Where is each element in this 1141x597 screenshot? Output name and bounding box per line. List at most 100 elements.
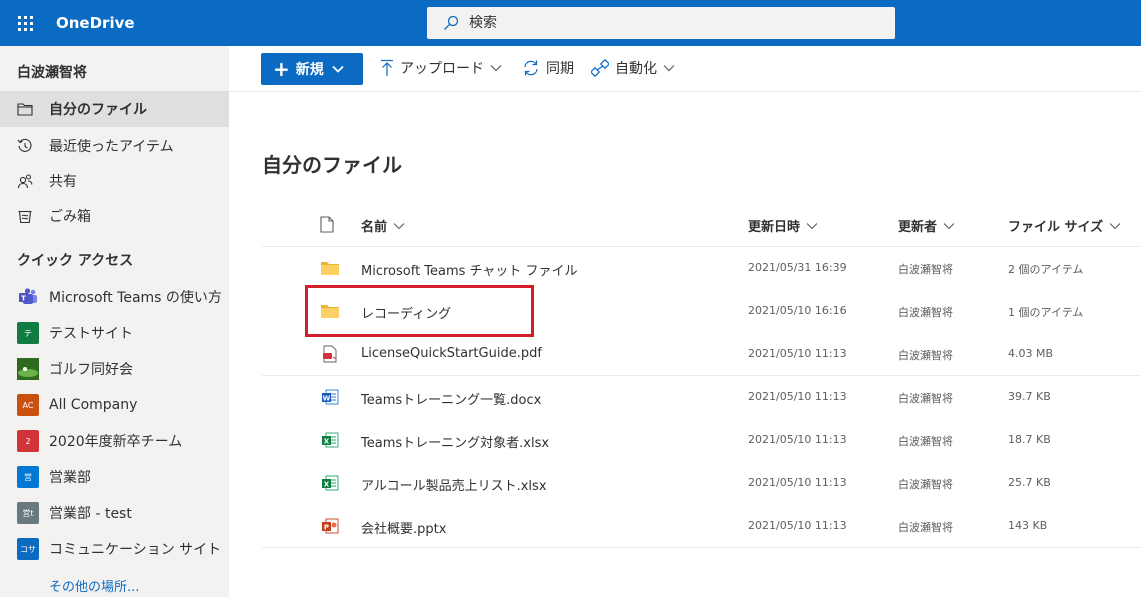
- site-item-golf-club[interactable]: ゴルフ同好会: [0, 351, 229, 387]
- file-modified-by: 白波瀬智将: [898, 263, 953, 276]
- file-name[interactable]: Teamsトレーニング一覧.docx: [361, 389, 541, 408]
- suite-bar: OneDrive: [0, 0, 1141, 46]
- command-bar: + 新規 アップロード 同期 自動化: [229, 46, 1141, 92]
- file-row[interactable]: Microsoft Teams チャット ファイル 2021/05/31 16:…: [262, 247, 1141, 290]
- site-item-test-site[interactable]: テ テストサイト: [0, 315, 229, 351]
- site-logo: テ: [17, 322, 39, 344]
- column-header-name[interactable]: 名前: [361, 216, 405, 235]
- file-size: 25.7 KB: [1008, 476, 1051, 489]
- site-logo: コサ: [17, 538, 39, 560]
- nav-recycle-bin[interactable]: ごみ箱: [0, 198, 229, 234]
- site-logo: 2: [17, 430, 39, 452]
- file-modified: 2021/05/31 16:39: [748, 261, 847, 274]
- search-box[interactable]: [427, 7, 895, 39]
- chevron-down-icon: [332, 65, 344, 73]
- chevron-down-icon: [393, 222, 405, 229]
- app-name[interactable]: OneDrive: [56, 14, 135, 32]
- nav-label: 自分のファイル: [49, 102, 147, 118]
- site-label: 2020年度新卒チーム: [49, 434, 183, 450]
- nav-label: 最近使ったアイテム: [49, 139, 174, 155]
- nav-label: ごみ箱: [49, 209, 91, 225]
- quick-access-heading: クイック アクセス: [17, 253, 134, 269]
- plus-icon: +: [273, 57, 290, 81]
- file-row[interactable]: W Teamsトレーニング一覧.docx 2021/05/10 11:13 白波…: [262, 376, 1141, 419]
- site-label: 営業部 - test: [49, 506, 132, 522]
- more-places-link[interactable]: その他の場所...: [49, 576, 139, 595]
- user-name: 白波瀬智将: [17, 65, 87, 81]
- nav-shared[interactable]: 共有: [0, 163, 229, 199]
- file-name[interactable]: 会社概要.pptx: [361, 518, 446, 537]
- people-icon: [17, 173, 33, 189]
- site-label: ゴルフ同好会: [49, 362, 133, 378]
- file-name[interactable]: レコーディング: [361, 303, 451, 322]
- column-header-modified[interactable]: 更新日時: [748, 216, 818, 235]
- excel-file-icon: X: [320, 431, 340, 449]
- file-name[interactable]: Microsoft Teams チャット ファイル: [361, 260, 578, 279]
- nav-my-files[interactable]: 自分のファイル: [0, 91, 229, 127]
- file-row[interactable]: P 会社概要.pptx 2021/05/10 11:13 白波瀬智将 143 K…: [262, 505, 1141, 548]
- search-input[interactable]: [469, 15, 869, 31]
- site-label: Microsoft Teams の使い方: [49, 290, 222, 306]
- site-item-communication[interactable]: コサ コミュニケーション サイト: [0, 531, 229, 567]
- sync-button[interactable]: 同期: [522, 58, 574, 78]
- sync-label: 同期: [546, 61, 574, 77]
- svg-text:P: P: [324, 524, 329, 532]
- folder-icon: [320, 259, 340, 277]
- teams-logo-icon: T: [17, 286, 39, 308]
- new-button[interactable]: + 新規: [261, 53, 363, 85]
- trash-icon: [17, 208, 33, 224]
- upload-button[interactable]: アップロード: [380, 58, 508, 78]
- file-name[interactable]: アルコール製品売上リスト.xlsx: [361, 475, 547, 494]
- column-header-modified-by[interactable]: 更新者: [898, 216, 955, 235]
- new-label: 新規: [295, 62, 324, 78]
- sync-icon: [524, 60, 538, 76]
- file-size: 39.7 KB: [1008, 390, 1051, 403]
- chevron-down-icon: [490, 65, 502, 72]
- column-label: 名前: [361, 220, 388, 235]
- svg-text:W: W: [323, 395, 331, 403]
- svg-text:X: X: [324, 481, 330, 489]
- file-name[interactable]: Teamsトレーニング対象者.xlsx: [361, 432, 549, 451]
- golf-image-icon: [17, 358, 39, 380]
- upload-icon: [381, 59, 393, 76]
- file-row[interactable]: LicenseQuickStartGuide.pdf 2021/05/10 11…: [262, 333, 1141, 376]
- file-modified-by: 白波瀬智将: [898, 306, 953, 319]
- column-label: 更新日時: [748, 220, 801, 235]
- history-icon: [17, 138, 33, 154]
- svg-text:X: X: [324, 438, 330, 446]
- file-modified: 2021/05/10 16:16: [748, 304, 847, 317]
- file-row[interactable]: X Teamsトレーニング対象者.xlsx 2021/05/10 11:13 白…: [262, 419, 1141, 462]
- file-row[interactable]: レコーディング 2021/05/10 16:16 白波瀬智将 1 個のアイテム: [262, 290, 1141, 333]
- column-header-size[interactable]: ファイル サイズ: [1008, 216, 1121, 235]
- powerpoint-file-icon: P: [320, 517, 340, 535]
- file-modified-by: 白波瀬智将: [898, 521, 953, 534]
- file-modified: 2021/05/10 11:13: [748, 476, 847, 489]
- site-item-all-company[interactable]: AC All Company: [0, 387, 229, 423]
- file-modified-by: 白波瀬智将: [898, 435, 953, 448]
- file-size: 143 KB: [1008, 519, 1048, 532]
- file-type-icon[interactable]: [320, 216, 334, 233]
- file-row[interactable]: X アルコール製品売上リスト.xlsx 2021/05/10 11:13 白波瀬…: [262, 462, 1141, 505]
- site-item-sales-test[interactable]: 営t 営業部 - test: [0, 495, 229, 531]
- site-item-2020-team[interactable]: 2 2020年度新卒チーム: [0, 423, 229, 459]
- file-modified: 2021/05/10 11:13: [748, 519, 847, 532]
- upload-label: アップロード: [400, 61, 484, 77]
- site-item-teams-guide[interactable]: T Microsoft Teams の使い方: [0, 279, 229, 315]
- file-size: 2 個のアイテム: [1008, 263, 1084, 276]
- svg-text:T: T: [21, 294, 26, 302]
- app-launcher-icon[interactable]: [0, 0, 50, 46]
- automate-label: 自動化: [615, 61, 657, 77]
- site-label: All Company: [49, 397, 138, 413]
- page-title: 自分のファイル: [262, 153, 402, 177]
- chevron-down-icon: [943, 222, 955, 229]
- chevron-down-icon: [1109, 222, 1121, 229]
- excel-file-icon: X: [320, 474, 340, 492]
- automate-button[interactable]: 自動化: [591, 58, 681, 78]
- word-file-icon: W: [320, 388, 340, 406]
- site-item-sales[interactable]: 営 営業部: [0, 459, 229, 495]
- file-name[interactable]: LicenseQuickStartGuide.pdf: [361, 346, 542, 361]
- site-label: テストサイト: [49, 326, 133, 342]
- nav-recent[interactable]: 最近使ったアイテム: [0, 128, 229, 164]
- column-label: 更新者: [898, 220, 938, 235]
- site-logo: 営t: [17, 502, 39, 524]
